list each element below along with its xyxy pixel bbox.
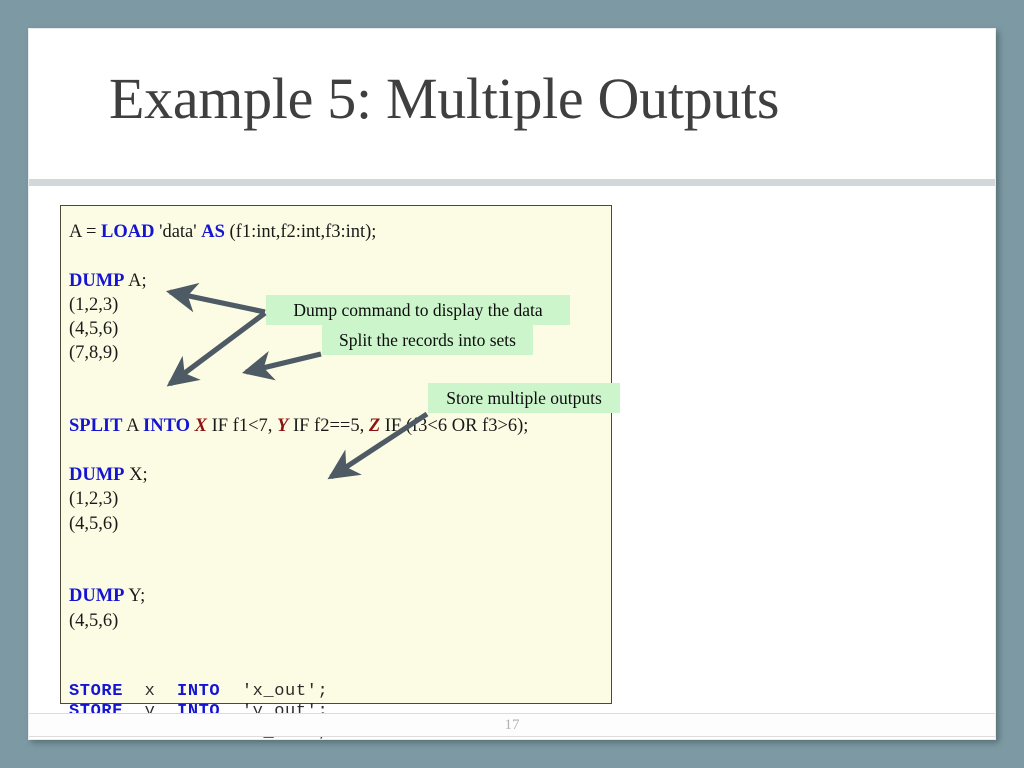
code-line-dump-x: DUMP X; [69,463,611,487]
code-line-y-row-1: (4,5,6) [69,609,611,633]
code-token: 'x_out'; [220,681,329,701]
callout-dump-command: Dump command to display the data [266,295,570,325]
code-token: Z [368,416,381,437]
code-token: AS [201,222,225,242]
code-token: LOAD [101,222,155,242]
page-number: 17 [504,717,520,733]
code-line-dump-y: DUMP Y; [69,584,611,608]
code-token: (7,8,9) [69,343,119,364]
page-title: Example 5: Multiple Outputs [109,66,780,131]
code-token: A; [124,270,147,291]
code-line-split: SPLIT A INTO X IF f1<7, Y IF f2==5, Z IF… [69,414,611,438]
code-line-dump-a: DUMP A; [69,269,611,293]
code-token: IF (f3<6 OR f3>6); [380,416,529,437]
code-token: X [194,416,207,437]
code-token: (4,5,6) [69,513,119,534]
code-line-load: A = LOAD 'data' AS (f1:int,f2:int,f3:int… [69,220,611,244]
code-line-store-x: STORE x INTO 'x_out'; [69,682,611,703]
slide: Example 5: Multiple Outputs A = LOAD 'da… [28,28,996,742]
title-area: Example 5: Multiple Outputs [29,29,995,179]
footer-band: 17 [29,713,995,737]
code-spacer [69,657,611,681]
code-token: DUMP [69,464,125,485]
code-token: (f1:int,f2:int,f3:int); [224,222,377,242]
code-token: Y; [124,586,146,607]
code-token: IF f1<7, [206,416,278,437]
code-token: X; [124,464,148,485]
code-token: 'data' [154,222,202,242]
code-token: INTO [143,416,191,437]
code-token: Y [277,416,289,437]
code-spacer [69,536,611,560]
code-spacer [69,560,611,584]
code-token: INTO [177,681,221,701]
code-token: (1,2,3) [69,489,119,510]
code-token: A = [69,222,102,242]
title-divider [29,179,995,186]
code-token: (1,2,3) [69,294,119,315]
code-token: SPLIT [69,416,123,437]
code-line-x-row-2: (4,5,6) [69,512,611,536]
code-block: A = LOAD 'data' AS (f1:int,f2:int,f3:int… [60,205,612,742]
code-spacer [69,633,611,657]
code-token: (4,5,6) [69,610,119,631]
code-token: DUMP [69,586,125,607]
callout-split-records: Split the records into sets [322,325,533,355]
code-spacer [69,244,611,268]
code-token: x [123,681,178,701]
code-line-x-row-1: (1,2,3) [69,487,611,511]
callout-store-outputs: Store multiple outputs [428,383,620,413]
code-token: DUMP [69,270,125,291]
code-token: (4,5,6) [69,319,119,340]
code-token: IF f2==5, [288,416,369,437]
code-token: STORE [69,681,124,701]
code-token: A [122,416,144,437]
code-spacer [69,439,611,463]
